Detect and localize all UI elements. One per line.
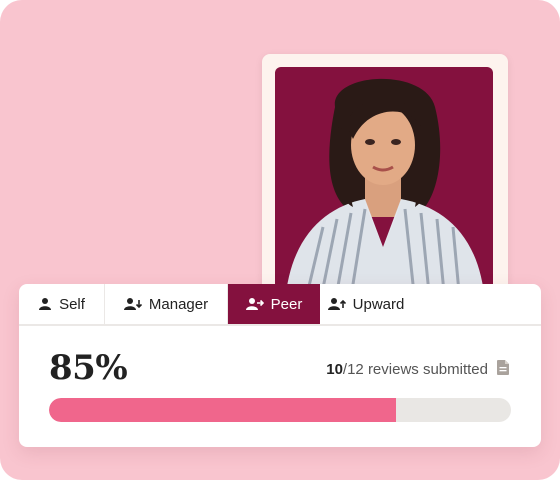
reviews-submitted: 10/12 reviews submitted [326,360,509,379]
tab-label: Manager [148,295,209,313]
tab-label: Upward [352,295,405,313]
person-arrow-down-icon [123,297,142,311]
person-arrow-right-icon [245,297,264,311]
submitted-count: 10 [326,361,343,378]
canvas: Self Manager Peer Upward 85% 10/12 revie… [0,0,560,480]
tab-label: Self [59,295,85,313]
tab-label: Peer [270,295,303,313]
photo-card [262,54,508,304]
person-arrow-up-icon [327,297,346,311]
person-icon [38,297,52,311]
profile-photo [275,67,493,303]
progress-bar [49,398,511,422]
tab-upward[interactable]: Upward [320,284,412,324]
tab-manager[interactable]: Manager [105,284,228,324]
tab-self[interactable]: Self [19,284,105,324]
tab-peer[interactable]: Peer [228,284,320,324]
review-progress-card: Self Manager Peer Upward 85% 10/12 revie… [19,284,541,447]
completion-percent: 85% [49,348,128,388]
document-icon[interactable] [497,360,509,379]
review-type-tabs: Self Manager Peer Upward [19,284,541,326]
stats-panel: 85% 10/12 reviews submitted [19,326,541,447]
submitted-total-text: /12 reviews submitted [342,361,488,378]
progress-fill [49,398,396,422]
